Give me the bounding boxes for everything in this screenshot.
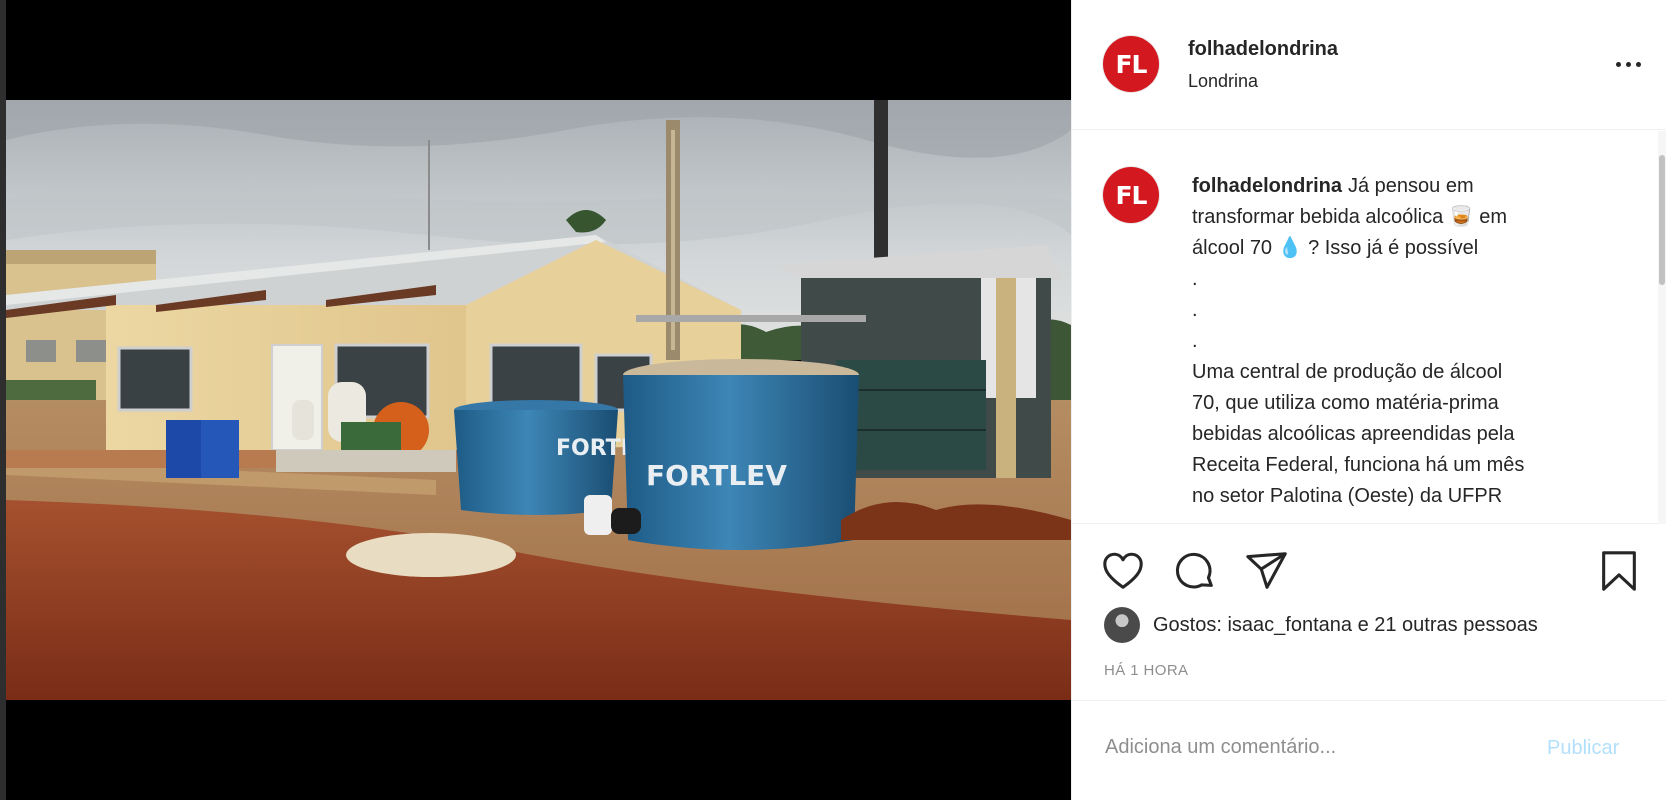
- caption-line: .: [1192, 268, 1198, 290]
- caption-line: Receita Federal, funciona há um mês: [1192, 454, 1525, 476]
- caption-author-avatar[interactable]: FL: [1103, 167, 1159, 223]
- avatar-initials: FL: [1115, 49, 1147, 79]
- post-actions: [1072, 540, 1666, 600]
- post-timestamp[interactable]: HÁ 1 HORA: [1104, 662, 1188, 679]
- caption-line: .: [1192, 299, 1198, 321]
- author-username[interactable]: folhadelondrina: [1188, 38, 1338, 61]
- post-side-panel: FL folhadelondrina Londrina FL folhadelo…: [1071, 0, 1666, 800]
- likes-summary[interactable]: Gostos: isaac_fontana e 21 outras pessoa…: [1104, 606, 1664, 644]
- more-dot: [1635, 61, 1641, 67]
- post-location[interactable]: Londrina: [1188, 71, 1258, 92]
- heart-icon[interactable]: [1100, 548, 1146, 594]
- svg-text:FORTLEV: FORTLEV: [646, 459, 787, 492]
- likes-text[interactable]: Gostos: isaac_fontana e 21 outras pessoa…: [1153, 614, 1538, 637]
- publish-button[interactable]: Publicar: [1547, 737, 1619, 760]
- instagram-post-window: FORTL FORTLEV FL folhadelondrina Londrin…: [0, 0, 1666, 800]
- caption-line: folhadelondrina Já pensou em: [1192, 171, 1612, 202]
- post-caption: folhadelondrina Já pensou em transformar …: [1192, 171, 1612, 512]
- caption-line: .: [1192, 330, 1198, 352]
- more-dot: [1625, 61, 1631, 67]
- share-icon[interactable]: [1244, 548, 1290, 594]
- more-dot: [1615, 61, 1621, 67]
- caption-line: no setor Palotina (Oeste) da UFPR: [1192, 485, 1503, 507]
- svg-text:FORTL: FORTL: [556, 436, 635, 461]
- caption-line: bebidas alcoólicas apreendidas pela: [1192, 423, 1515, 445]
- caption-text: Já pensou em: [1348, 175, 1474, 197]
- caption-line: transformar bebida alcoólica 🥃 em: [1192, 206, 1508, 228]
- bookmark-icon[interactable]: [1596, 548, 1642, 594]
- post-media[interactable]: FORTL FORTLEV: [0, 0, 1071, 800]
- caption-line: 70, que utiliza como matéria-prima: [1192, 392, 1499, 414]
- caption-line: álcool 70 💧 ? Isso já é possível: [1192, 237, 1479, 259]
- scrollbar-thumb[interactable]: [1659, 155, 1665, 285]
- more-options-icon[interactable]: [1608, 52, 1648, 76]
- author-avatar[interactable]: FL: [1103, 36, 1159, 92]
- caption-line: Uma central de produção de álcool: [1192, 361, 1503, 383]
- post-photo: FORTL FORTLEV: [6, 100, 1071, 700]
- add-comment-bar: Publicar: [1072, 700, 1666, 800]
- avatar-initials: FL: [1115, 180, 1147, 210]
- comment-icon[interactable]: [1172, 548, 1218, 594]
- post-header: FL folhadelondrina Londrina: [1072, 0, 1666, 130]
- caption-area[interactable]: FL folhadelondrina Já pensou em transform…: [1072, 131, 1666, 524]
- caption-username[interactable]: folhadelondrina: [1192, 175, 1342, 197]
- caption-scrollbar[interactable]: [1658, 131, 1666, 524]
- liker-avatar[interactable]: [1104, 607, 1140, 643]
- comment-input[interactable]: [1103, 735, 1503, 760]
